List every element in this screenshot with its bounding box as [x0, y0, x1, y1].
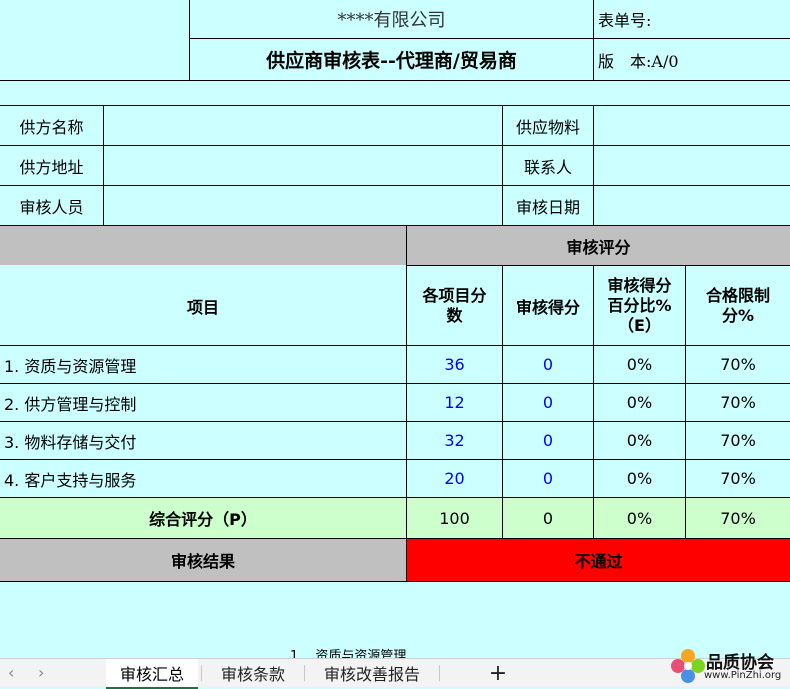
row-pass-limit: 70% [720, 355, 756, 374]
supplier-name-field[interactable] [104, 106, 502, 145]
row-item: 1. 资质与资源管理 [4, 356, 137, 376]
pinzhi-logo: 品质协会 www.PinZhi.org [668, 644, 790, 687]
section-title-audit-score: 审核评分 [566, 237, 631, 257]
audit-date-field[interactable] [594, 186, 790, 225]
form-title: 供应商审核表--代理商/贸易商 [266, 50, 517, 72]
tab-audit-summary[interactable]: 审核汇总 [106, 659, 198, 689]
auditor-field[interactable] [104, 186, 502, 225]
row-item: 2. 供方管理与控制 [4, 394, 137, 414]
row-percent: 0% [626, 355, 653, 374]
partial-row-text: 1. 资质与资源管理 [290, 649, 407, 658]
row-points[interactable]: 32 [407, 422, 502, 459]
logo-url: www.PinZhi.org [704, 670, 782, 681]
supplier-address-field[interactable] [104, 146, 502, 185]
audit-result-value: 不通过 [574, 552, 623, 571]
chevron-right-icon[interactable]: › [38, 663, 44, 682]
company-name: ****有限公司 [337, 10, 446, 31]
row-points[interactable]: 12 [407, 384, 502, 421]
supplier-name-label: 供方名称 [19, 117, 84, 137]
row-percent: 0% [626, 469, 653, 488]
chevron-left-icon[interactable]: ‹ [8, 663, 14, 682]
row-points[interactable]: 36 [407, 346, 502, 383]
row-pass-limit: 70% [720, 469, 756, 488]
contact-label: 联系人 [523, 157, 572, 177]
total-points: 100 [439, 508, 470, 528]
row-points[interactable]: 20 [407, 460, 502, 497]
audit-date-label: 审核日期 [515, 197, 580, 217]
row-pass-limit: 70% [720, 431, 756, 450]
form-number-label: 表单号: [598, 11, 652, 30]
col-header-percent: 审核得分百分比%（E） [607, 275, 672, 335]
row-score[interactable]: 0 [503, 460, 593, 497]
row-pass-limit: 70% [720, 393, 756, 412]
row-item: 4. 客户支持与服务 [4, 470, 137, 490]
total-percent: 0% [626, 508, 653, 528]
audit-result-label: 审核结果 [170, 552, 235, 571]
row-score[interactable]: 0 [503, 384, 593, 421]
total-score: 0 [542, 508, 554, 528]
col-header-item: 项目 [186, 297, 219, 317]
version-label: 版 本:A/0 [598, 51, 679, 71]
row-score[interactable]: 0 [503, 346, 593, 383]
supply-material-label: 供应物料 [515, 117, 580, 137]
add-sheet-button[interactable]: + [480, 659, 516, 687]
total-pass-limit: 70% [720, 508, 756, 528]
row-score[interactable]: 0 [503, 422, 593, 459]
tab-audit-clauses[interactable]: 审核条款 [205, 659, 301, 687]
row-percent: 0% [626, 393, 653, 412]
row-item: 3. 物料存储与交付 [4, 432, 137, 452]
flower-logo-icon [671, 649, 705, 683]
col-header-pass-limit: 合格限制分% [705, 285, 770, 325]
supply-material-field[interactable] [594, 106, 790, 145]
total-label: 综合评分（P） [149, 510, 257, 529]
tab-audit-improvement-report[interactable]: 审核改善报告 [308, 659, 436, 687]
contact-field[interactable] [594, 146, 790, 185]
auditor-label: 审核人员 [19, 197, 84, 217]
col-header-points: 各项目分数 [422, 285, 487, 325]
supplier-address-label: 供方地址 [19, 157, 84, 177]
row-percent: 0% [626, 431, 653, 450]
col-header-score: 审核得分 [515, 297, 580, 317]
